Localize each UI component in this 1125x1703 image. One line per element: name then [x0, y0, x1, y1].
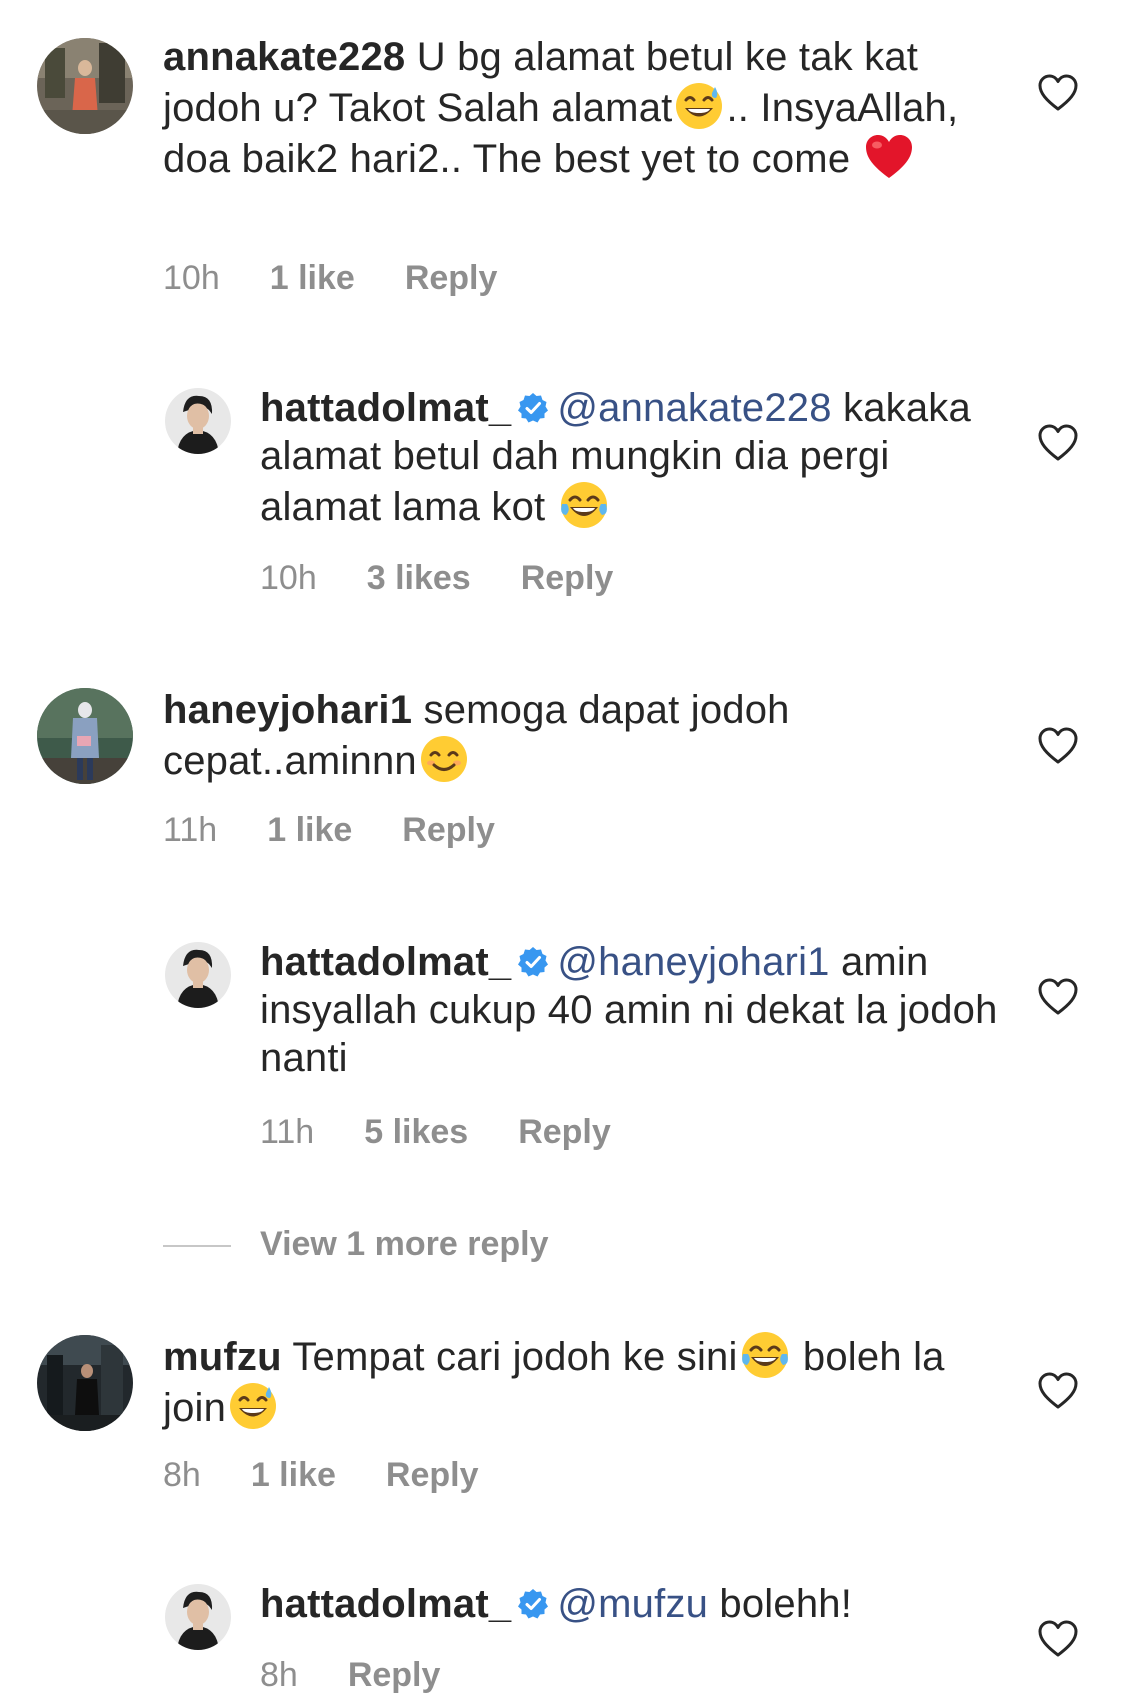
tears-of-joy-emoji-icon	[740, 1330, 790, 1380]
reply-button[interactable]: Reply	[348, 1656, 441, 1695]
verified-badge-icon	[517, 392, 549, 424]
reply-button[interactable]: Reply	[405, 259, 498, 298]
likes-count[interactable]: 1 like	[251, 1456, 336, 1495]
reply-button[interactable]: Reply	[521, 559, 614, 598]
comment-text: mufzu Tempat cari jodoh ke sini boleh la…	[163, 1330, 1003, 1432]
sweat-smile-emoji-icon	[228, 1381, 278, 1431]
likes-count[interactable]: 1 like	[267, 811, 352, 850]
smiling-emoji-icon	[419, 734, 469, 784]
divider-line	[163, 1245, 231, 1247]
timestamp: 11h	[163, 811, 218, 849]
comment-text: hattadolmat_ @haneyjohari1 amin insyallah…	[260, 938, 1005, 1082]
mention-link[interactable]: @mufzu	[557, 1582, 708, 1626]
avatar[interactable]	[165, 388, 231, 454]
reply-button[interactable]: Reply	[386, 1456, 479, 1495]
mention-link[interactable]: @haneyjohari1	[557, 940, 829, 984]
heart-icon[interactable]	[1038, 1620, 1078, 1658]
red-heart-emoji-icon	[864, 132, 914, 182]
timestamp: 10h	[163, 259, 220, 297]
username[interactable]: hattadolmat_	[260, 940, 511, 984]
likes-count[interactable]: 1 like	[270, 259, 355, 298]
timestamp: 11h	[260, 1113, 315, 1151]
heart-icon[interactable]	[1038, 978, 1078, 1016]
avatar[interactable]	[37, 1335, 133, 1431]
heart-icon[interactable]	[1038, 424, 1078, 462]
username[interactable]: annakate228	[163, 35, 405, 79]
verified-badge-icon	[517, 1588, 549, 1620]
username[interactable]: haneyjohari1	[163, 688, 412, 732]
timestamp: 8h	[260, 1656, 298, 1694]
verified-badge-icon	[517, 946, 549, 978]
comment-body: Tempat cari jodoh ke sini	[292, 1335, 738, 1379]
view-more-label[interactable]: View 1 more reply	[260, 1225, 549, 1264]
comment-text: annakate228 U bg alamat betul ke tak kat…	[163, 33, 1003, 183]
comment-meta: 11h 1 like Reply	[163, 811, 545, 850]
likes-count[interactable]: 5 likes	[364, 1113, 468, 1152]
reply-button[interactable]: Reply	[518, 1113, 611, 1152]
avatar[interactable]	[37, 38, 133, 134]
username[interactable]: hattadolmat_	[260, 1582, 511, 1626]
likes-count[interactable]: 3 likes	[367, 559, 471, 598]
comment-meta: 10h 1 like Reply	[163, 259, 547, 298]
comment-text: hattadolmat_ @annakate228 kakaka alamat b…	[260, 384, 1005, 531]
tears-of-joy-emoji-icon	[559, 480, 609, 530]
avatar[interactable]	[165, 942, 231, 1008]
timestamp: 10h	[260, 559, 317, 597]
avatar[interactable]	[37, 688, 133, 784]
username[interactable]: hattadolmat_	[260, 386, 511, 430]
heart-icon[interactable]	[1038, 74, 1078, 112]
mention-link[interactable]: @annakate228	[557, 386, 831, 430]
username[interactable]: mufzu	[163, 1335, 282, 1379]
reply-button[interactable]: Reply	[402, 811, 495, 850]
sweat-smile-emoji-icon	[674, 81, 724, 131]
comment-body: bolehh!	[719, 1582, 853, 1626]
avatar[interactable]	[165, 1584, 231, 1650]
comment-meta: 8h Reply	[260, 1656, 490, 1695]
comment-text: haneyjohari1 semoga dapat jodoh cepat..a…	[163, 686, 1003, 785]
comment-meta: 8h 1 like Reply	[163, 1456, 529, 1495]
comment-meta: 10h 3 likes Reply	[260, 559, 663, 598]
comment-meta: 11h 5 likes Reply	[260, 1113, 661, 1152]
heart-icon[interactable]	[1038, 1372, 1078, 1410]
comment-text: hattadolmat_ @mufzu bolehh!	[260, 1580, 1005, 1628]
heart-icon[interactable]	[1038, 727, 1078, 765]
timestamp: 8h	[163, 1456, 201, 1494]
